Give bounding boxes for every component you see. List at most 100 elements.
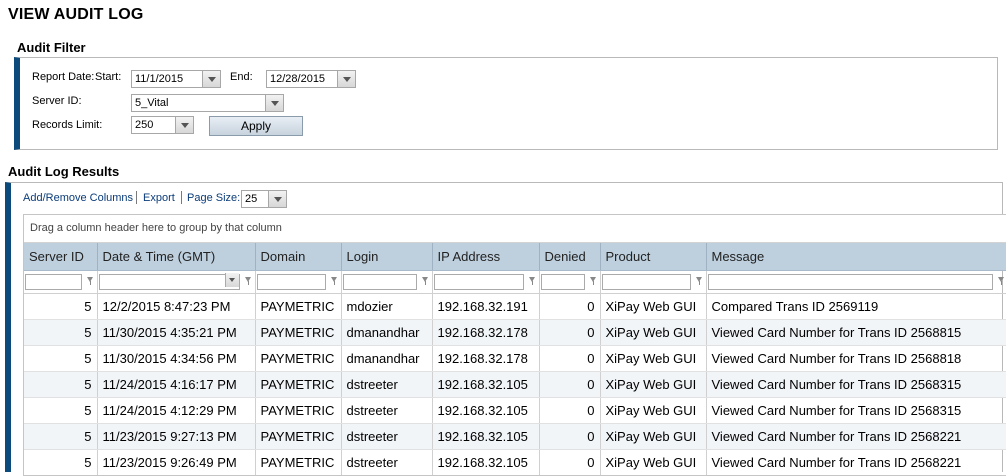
cell-domain: PAYMETRIC <box>255 449 342 475</box>
column-header-date-time[interactable]: Date & Time (GMT) <box>97 243 256 271</box>
page-size-select[interactable]: 25 <box>241 190 287 208</box>
cell-login: dstreeter <box>341 423 433 450</box>
audit-log-results-panel: Add/Remove Columns Export Page Size: 25 … <box>5 182 1006 476</box>
chevron-down-icon[interactable] <box>224 273 239 287</box>
records-limit-value: 250 <box>135 119 154 131</box>
cell-login: dstreeter <box>341 449 433 475</box>
server-id-value: 5_Vital <box>135 97 169 109</box>
filter-funnel-icon[interactable] <box>330 277 338 286</box>
filter-funnel-icon[interactable] <box>695 277 703 286</box>
table-row[interactable]: 5 11/23/2015 9:26:49 PM PAYMETRIC dstree… <box>24 449 1006 475</box>
filter-funnel-icon[interactable] <box>244 277 252 286</box>
cell-login: dmanandhar <box>341 345 433 372</box>
chevron-down-icon[interactable] <box>268 191 286 207</box>
cell-denied: 0 <box>539 449 601 475</box>
cell-date-time: 11/30/2015 4:35:21 PM <box>97 319 256 346</box>
cell-product: XiPay Web GUI <box>600 397 707 424</box>
filter-input-domain[interactable] <box>256 274 326 290</box>
cell-server-id: 5 <box>24 345 98 372</box>
table-row[interactable]: 5 11/30/2015 4:34:56 PM PAYMETRIC dmanan… <box>24 345 1006 372</box>
cell-ip-address: 192.168.32.105 <box>432 371 540 398</box>
export-link[interactable]: Export <box>143 192 175 204</box>
cell-product: XiPay Web GUI <box>600 423 707 450</box>
server-id-select[interactable]: 5_Vital <box>131 94 284 112</box>
chevron-down-icon[interactable] <box>175 117 193 133</box>
filter-funnel-icon[interactable] <box>421 277 429 286</box>
records-limit-label: Records Limit: <box>32 119 103 131</box>
cell-domain: PAYMETRIC <box>255 345 342 372</box>
cell-server-id: 5 <box>24 449 98 475</box>
cell-domain: PAYMETRIC <box>255 371 342 398</box>
chevron-down-icon[interactable] <box>337 71 355 87</box>
filter-funnel-icon[interactable] <box>528 277 536 286</box>
column-header-message[interactable]: Message <box>706 243 1006 271</box>
table-row[interactable]: 5 11/24/2015 4:16:17 PM PAYMETRIC dstree… <box>24 371 1006 398</box>
column-header-product[interactable]: Product <box>600 243 707 271</box>
cell-login: mdozier <box>341 293 433 320</box>
filter-input-ip-address[interactable] <box>433 274 524 290</box>
column-header-denied[interactable]: Denied <box>539 243 601 271</box>
toolbar-divider <box>136 191 137 204</box>
cell-denied: 0 <box>539 397 601 424</box>
filter-input-login[interactable] <box>342 274 417 290</box>
audit-log-table: Server ID Date & Time (GMT) Domain Login… <box>24 243 1006 475</box>
cell-message: Viewed Card Number for Trans ID 2568315 <box>706 397 1006 424</box>
cell-product: XiPay Web GUI <box>600 371 707 398</box>
cell-ip-address: 192.168.32.105 <box>432 397 540 424</box>
cell-ip-address: 192.168.32.178 <box>432 319 540 346</box>
cell-server-id: 5 <box>24 293 98 320</box>
cell-message: Viewed Card Number for Trans ID 2568221 <box>706 449 1006 475</box>
end-date-picker[interactable]: 12/28/2015 <box>266 70 356 88</box>
filter-funnel-icon[interactable] <box>589 277 597 286</box>
page-title: VIEW AUDIT LOG <box>8 6 144 23</box>
group-by-panel[interactable]: Drag a column header here to group by th… <box>24 215 1006 243</box>
cell-denied: 0 <box>539 293 601 320</box>
column-header-server-id[interactable]: Server ID <box>24 243 98 271</box>
cell-login: dstreeter <box>341 397 433 424</box>
cell-date-time: 12/2/2015 8:47:23 PM <box>97 293 256 320</box>
cell-date-time: 11/24/2015 4:16:17 PM <box>97 371 256 398</box>
column-header-ip-address[interactable]: IP Address <box>432 243 540 271</box>
filter-input-server-id[interactable] <box>25 274 82 290</box>
chevron-down-icon[interactable] <box>202 71 220 87</box>
toolbar-divider <box>181 191 182 204</box>
filter-input-product[interactable] <box>601 274 691 290</box>
cell-product: XiPay Web GUI <box>600 449 707 475</box>
end-date-value: 12/28/2015 <box>270 73 326 85</box>
cell-denied: 0 <box>539 345 601 372</box>
cell-ip-address: 192.168.32.178 <box>432 345 540 372</box>
cell-message: Viewed Card Number for Trans ID 2568315 <box>706 371 1006 398</box>
column-header-domain[interactable]: Domain <box>255 243 342 271</box>
cell-ip-address: 192.168.32.105 <box>432 449 540 475</box>
filter-input-denied[interactable] <box>540 274 585 290</box>
column-header-login[interactable]: Login <box>341 243 433 271</box>
add-remove-columns-link[interactable]: Add/Remove Columns <box>23 192 133 204</box>
start-date-value: 11/1/2015 <box>135 73 184 85</box>
filter-input-date-time[interactable] <box>98 274 240 290</box>
start-label: Start: <box>95 71 122 83</box>
start-date-picker[interactable]: 11/1/2015 <box>131 70 221 88</box>
column-header-row: Server ID Date & Time (GMT) Domain Login… <box>24 243 1006 271</box>
cell-domain: PAYMETRIC <box>255 423 342 450</box>
cell-server-id: 5 <box>24 423 98 450</box>
page-size-value: 25 <box>245 193 258 205</box>
records-limit-select[interactable]: 250 <box>131 116 194 134</box>
apply-button[interactable]: Apply <box>209 116 303 136</box>
table-row[interactable]: 5 11/23/2015 9:27:13 PM PAYMETRIC dstree… <box>24 423 1006 450</box>
table-row[interactable]: 5 12/2/2015 8:47:23 PM PAYMETRIC mdozier… <box>24 293 1006 320</box>
table-row[interactable]: 5 11/30/2015 4:35:21 PM PAYMETRIC dmanan… <box>24 319 1006 346</box>
cell-date-time: 11/23/2015 9:26:49 PM <box>97 449 256 475</box>
table-row[interactable]: 5 11/24/2015 4:12:29 PM PAYMETRIC dstree… <box>24 397 1006 424</box>
audit-filter-panel: Report Date: Start: 11/1/2015 End: 12/28… <box>14 57 998 150</box>
filter-input-message[interactable] <box>707 274 993 290</box>
cell-domain: PAYMETRIC <box>255 397 342 424</box>
cell-date-time: 11/24/2015 4:12:29 PM <box>97 397 256 424</box>
page-size-label: Page Size: <box>187 192 241 204</box>
chevron-down-icon[interactable] <box>265 95 283 111</box>
filter-funnel-icon[interactable] <box>997 277 1005 286</box>
cell-login: dstreeter <box>341 371 433 398</box>
cell-server-id: 5 <box>24 397 98 424</box>
cell-domain: PAYMETRIC <box>255 293 342 320</box>
filter-funnel-icon[interactable] <box>86 277 94 286</box>
cell-ip-address: 192.168.32.191 <box>432 293 540 320</box>
